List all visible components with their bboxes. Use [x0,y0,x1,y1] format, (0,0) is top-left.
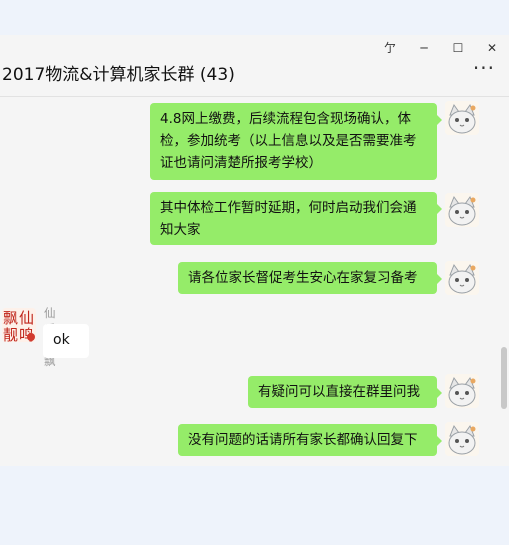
chat-header: 2017物流&计算机家长群 (43) ··· [0,56,509,87]
message-line: 4.8网上缴费，后续流程包含现场确认，体 [160,111,411,127]
cat-avatar-icon [445,193,479,227]
message-bubble[interactable]: 请各位家长督促考生安心在家复习备考 [178,262,442,294]
cat-avatar-icon [445,101,479,135]
message-line: 知大家 [160,222,201,238]
message-bubble[interactable]: 没有问题的话请所有家长都确认回复下 [178,424,442,456]
message-line: 检，参加统考（以上信息以及是否需要准考 [160,133,417,149]
avatar-glyph: 靓 [3,326,18,342]
message-line: 有疑问可以直接在群里问我 [258,384,420,400]
cat-avatar-icon [445,374,479,408]
message-line: 证也请问清楚所报考学校） [160,155,322,171]
message-bubble[interactable]: 其中体检工作暂时延期，何时启动我们会通 知大家 [150,192,442,245]
self-avatar[interactable] [445,193,479,227]
chat-scrollbar[interactable] [501,347,507,409]
message-list[interactable]: 4.8网上缴费，后续流程包含现场确认，体 检，参加统考（以上信息以及是否需要准考… [0,97,509,466]
calligraphy-avatar-icon: 飘 仙 靓 鸣 [2,308,36,342]
avatar-glyph: 仙 [19,309,34,327]
more-options-button[interactable]: ··· [473,56,495,80]
self-avatar[interactable] [445,261,479,295]
self-avatar[interactable] [445,101,479,135]
self-avatar[interactable] [445,422,479,456]
message-bubble[interactable]: ok [43,324,89,358]
message-line: 其中体检工作暂时延期，何时启动我们会通 [160,200,417,216]
message-line: 请各位家长督促考生安心在家复习备考 [188,270,418,286]
chat-title: 2017物流&计算机家长群 (43) [2,65,235,85]
avatar-glyph: 飘 [3,309,18,327]
message-bubble[interactable]: 有疑问可以直接在群里问我 [248,376,442,408]
sender-avatar[interactable]: 飘 仙 靓 鸣 [2,308,36,342]
cat-avatar-icon [445,422,479,456]
chat-window: 亇 ─ ☐ ✕ 2017物流&计算机家长群 (43) ··· 4.8网上缴费，后… [0,35,509,466]
message-line: 没有问题的话请所有家长都确认回复下 [188,432,418,448]
message-line: ok [53,332,70,348]
cat-avatar-icon [445,261,479,295]
message-bubble[interactable]: 4.8网上缴费，后续流程包含现场确认，体 检，参加统考（以上信息以及是否需要准考… [150,103,442,180]
self-avatar[interactable] [445,374,479,408]
